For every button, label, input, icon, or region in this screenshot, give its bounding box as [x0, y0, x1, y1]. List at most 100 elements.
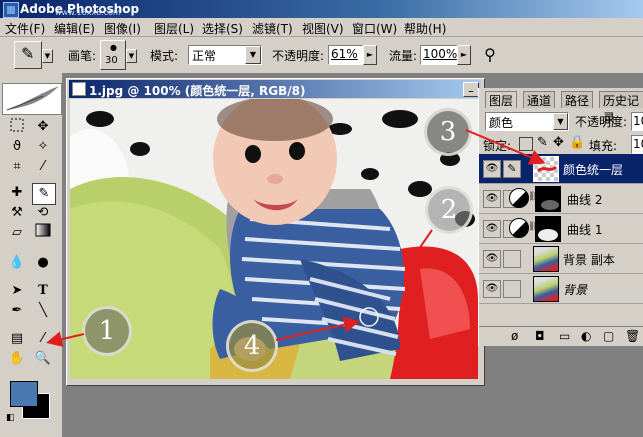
link-slot[interactable]: [503, 250, 521, 268]
menu-view[interactable]: 视图(V): [302, 20, 344, 37]
new-group-icon[interactable]: ▭: [559, 329, 570, 343]
eraser-tool-icon[interactable]: ▱: [6, 223, 28, 243]
fill-input[interactable]: 10: [631, 135, 643, 154]
lock-all-icon[interactable]: 🔒: [569, 135, 585, 150]
trash-icon[interactable]: 🗑: [625, 329, 640, 343]
annotation-3: 3: [424, 108, 472, 156]
opacity-slider-arrow-icon[interactable]: ►: [363, 45, 377, 65]
layers-palette: 图层 通道 路径 历史记录 颜色 ▼ 不透明度: 10 锁定: ✎ ✥ 🔒 填充…: [478, 88, 643, 346]
menu-window[interactable]: 窗口(W): [352, 20, 397, 37]
layer-row-color-unify[interactable]: 👁 ✎ 颜色统一层: [479, 154, 643, 184]
layer-row-background[interactable]: 👁 背景: [479, 274, 643, 304]
lock-image-icon[interactable]: ✎: [537, 135, 548, 150]
brush-link-icon[interactable]: ✎: [503, 160, 521, 178]
layer-style-icon[interactable]: ø: [511, 329, 518, 343]
flow-input[interactable]: 100%: [420, 45, 458, 65]
move-tool-icon[interactable]: ✥: [32, 117, 54, 137]
opacity-value: 61%: [331, 47, 358, 61]
photoshop-logo-icon: [3, 2, 19, 18]
preset-dropdown-arrow-icon[interactable]: ▼: [42, 49, 53, 63]
tool-preset-picker[interactable]: ✎: [14, 41, 42, 69]
lock-position-icon[interactable]: ✥: [553, 135, 564, 150]
notes-tool-icon[interactable]: ▤: [6, 329, 28, 349]
lock-label: 锁定:: [483, 139, 512, 153]
tab-paths[interactable]: 路径: [561, 91, 594, 108]
eye-icon[interactable]: 👁: [483, 280, 501, 298]
type-tool-icon[interactable]: T: [32, 281, 54, 301]
menu-filter[interactable]: 滤镜(T): [252, 20, 293, 37]
flow-label: 流量:: [389, 49, 418, 63]
magic-wand-tool-icon[interactable]: ✧: [32, 137, 54, 157]
gradient-tool-icon[interactable]: [32, 223, 54, 243]
airbrush-icon[interactable]: ⚲: [478, 43, 502, 67]
eye-icon[interactable]: 👁: [483, 160, 501, 178]
tab-channels[interactable]: 通道: [523, 91, 556, 108]
flow-slider-arrow-icon[interactable]: ►: [457, 45, 471, 65]
annotation-4: 4: [226, 320, 278, 372]
brush-dropdown-arrow-icon[interactable]: ▼: [126, 49, 137, 63]
layer-thumbnail: [533, 156, 559, 182]
link-slot[interactable]: [503, 280, 521, 298]
blend-mode-value: 颜色: [489, 116, 514, 130]
mask-glow-icon: [538, 229, 558, 241]
add-mask-icon[interactable]: ◘: [535, 329, 545, 343]
brush-dot-icon: ●: [110, 43, 117, 52]
eyedropper-tool-icon[interactable]: ⁄: [32, 329, 54, 349]
lasso-tool-icon[interactable]: ϑ: [6, 137, 28, 157]
annotation-1: 1: [82, 306, 132, 356]
opacity-input[interactable]: 61%: [328, 45, 364, 65]
clone-stamp-tool-icon[interactable]: ⚒: [6, 203, 28, 223]
blur-tool-icon[interactable]: 💧: [6, 253, 28, 273]
layer-opacity-input[interactable]: 10: [631, 112, 643, 131]
layer-opacity-label: 不透明度:: [575, 115, 628, 129]
gradient-shape-icon: [35, 223, 51, 237]
minimize-button[interactable]: _: [463, 82, 479, 97]
dodge-tool-icon[interactable]: ●: [32, 253, 54, 273]
new-adjustment-icon[interactable]: ◐: [581, 329, 591, 343]
default-colors-icon[interactable]: ◧: [6, 413, 15, 423]
menu-edit[interactable]: 编辑(E): [54, 20, 95, 37]
brush-tool-icon[interactable]: ✎: [32, 183, 56, 205]
history-brush-tool-icon[interactable]: ⟲: [32, 203, 54, 223]
mode-select[interactable]: 正常 ▼: [188, 45, 262, 65]
slice-tool-icon[interactable]: ⁄: [32, 157, 54, 177]
tab-history[interactable]: 历史记录: [599, 91, 643, 125]
layer-row-curves-1[interactable]: 👁 ⛓ 曲线 1: [479, 214, 643, 244]
marquee-tool-icon[interactable]: [6, 117, 28, 137]
layer-row-background-copy[interactable]: 👁 背景 副本: [479, 244, 643, 274]
tab-layers[interactable]: 图层: [485, 91, 518, 108]
eye-icon[interactable]: 👁: [483, 250, 501, 268]
layer-row-curves-2[interactable]: 👁 ⛓ 曲线 2: [479, 184, 643, 214]
blend-mode-select[interactable]: 颜色 ▼: [485, 112, 569, 131]
layer-mask-thumbnail: [535, 216, 561, 242]
healing-brush-tool-icon[interactable]: ✚: [6, 183, 28, 203]
brush-picker[interactable]: ● 30: [100, 40, 126, 70]
toolbox: ✥ ϑ ✧ ⌗ ⁄ ✚ ✎ ⚒ ⟲ ▱ 💧 ● ➤ T ✒ ╲ ▤ ⁄ ✋ 🔍 …: [0, 73, 63, 437]
eye-icon[interactable]: 👁: [483, 220, 501, 238]
lock-transparent-icon[interactable]: [519, 137, 533, 151]
line-tool-icon[interactable]: ╲: [32, 301, 54, 321]
menu-bar: 文件(F) 编辑(E) 图像(I) 图层(L) 选择(S) 滤镜(T) 视图(V…: [0, 18, 643, 37]
chevron-down-icon[interactable]: ▼: [553, 113, 568, 130]
chevron-down-icon[interactable]: ▼: [245, 46, 261, 64]
brush-size: 30: [105, 55, 118, 66]
path-selection-tool-icon[interactable]: ➤: [6, 281, 28, 301]
zoom-tool-icon[interactable]: 🔍: [32, 349, 54, 369]
menu-help[interactable]: 帮助(H): [404, 20, 446, 37]
adjustment-layer-icon: [509, 188, 529, 208]
pen-tool-icon[interactable]: ✒: [6, 301, 28, 321]
eye-icon[interactable]: 👁: [483, 190, 501, 208]
menu-layer[interactable]: 图层(L): [154, 20, 194, 37]
foreground-color-swatch[interactable]: [10, 381, 38, 407]
menu-image[interactable]: 图像(I): [104, 20, 141, 37]
menu-select[interactable]: 选择(S): [202, 20, 243, 37]
hand-tool-icon[interactable]: ✋: [6, 349, 28, 369]
layer-thumbnail: [533, 276, 559, 302]
fill-label: 填充:: [589, 139, 618, 153]
watermark: www.16xx8.com: [55, 8, 121, 17]
new-layer-icon[interactable]: ▢: [603, 329, 614, 343]
document-title-bar: 1.jpg @ 100% (颜色统一层, RGB/8) _: [69, 80, 481, 98]
document-title: 1.jpg @ 100% (颜色统一层, RGB/8): [89, 84, 306, 98]
menu-file[interactable]: 文件(F): [5, 20, 45, 37]
crop-tool-icon[interactable]: ⌗: [6, 157, 28, 177]
